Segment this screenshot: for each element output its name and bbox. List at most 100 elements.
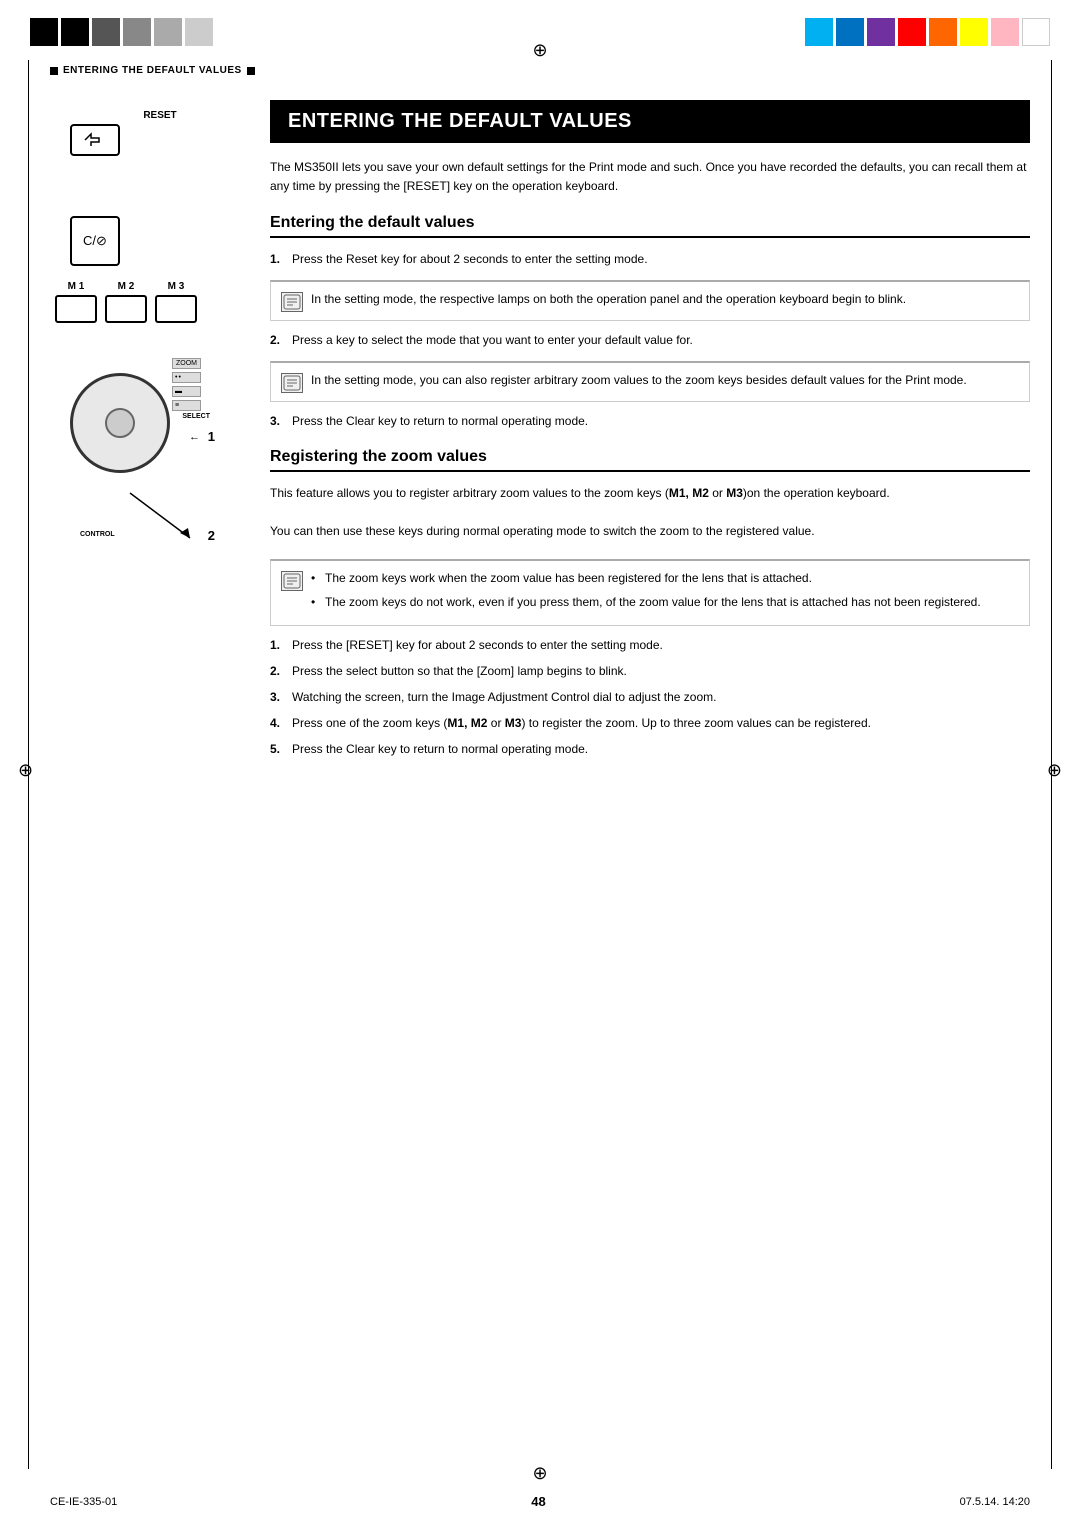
info-icon-3 xyxy=(281,571,303,591)
step-1-2: 2. Press a key to select the mode that y… xyxy=(270,331,1030,349)
step-num-3: 3. xyxy=(270,412,284,430)
clear-key-box: C/⊘ xyxy=(70,216,120,266)
s2-step-text-2: Press the select button so that the [Zoo… xyxy=(292,662,627,680)
main-heading: ENTERING THE DEFAULT VALUES xyxy=(270,100,1030,143)
header-nav-text: ENTERING THE DEFAULT VALUES xyxy=(63,65,242,76)
mode-key-m2-box xyxy=(105,295,147,323)
s2-step-num-4: 4. xyxy=(270,714,284,732)
color-block-gray4 xyxy=(185,18,213,46)
color-block-white xyxy=(1022,18,1050,46)
step-text: Press the Reset key for about 2 seconds … xyxy=(292,250,648,268)
main-content: RESET C/⊘ M 1 M 2 xyxy=(50,100,1030,1449)
info-svg-3 xyxy=(283,573,301,589)
section1-steps-2: 2. Press a key to select the mode that y… xyxy=(270,331,1030,349)
section2-heading: Registering the zoom values xyxy=(270,448,1030,472)
section1-steps-3: 3. Press the Clear key to return to norm… xyxy=(270,412,1030,430)
color-blocks-right xyxy=(805,18,1050,46)
right-panel: ENTERING THE DEFAULT VALUES The MS350II … xyxy=(270,100,1030,770)
color-block-purple xyxy=(867,18,895,46)
dial-icons: ZOOM •• ▬ ≡ xyxy=(172,358,201,411)
info-box-bullets: The zoom keys work when the zoom value h… xyxy=(270,559,1030,626)
m3-bold: M3 xyxy=(726,486,743,500)
dial-inner xyxy=(105,408,135,438)
color-block-cyan xyxy=(805,18,833,46)
step-num-2: 2. xyxy=(270,331,284,349)
color-block-gray2 xyxy=(123,18,151,46)
dial-icon-bar: ▬ xyxy=(172,386,201,397)
reset-key-box xyxy=(70,124,120,156)
mode-keys-row: M 1 M 2 M 3 xyxy=(55,281,250,323)
footer-page-number: 48 xyxy=(531,1494,545,1509)
info-box-2: In the setting mode, you can also regist… xyxy=(270,361,1030,402)
control-arrow-svg xyxy=(60,483,230,553)
color-block-gray3 xyxy=(154,18,182,46)
mode-key-m1: M 1 xyxy=(55,281,97,323)
color-block-gray1 xyxy=(92,18,120,46)
header-section: ENTERING THE DEFAULT VALUES xyxy=(50,65,1030,81)
section2-step-2: 2. Press the select button so that the [… xyxy=(270,662,1030,680)
dial-icon-lines: ≡ xyxy=(172,400,201,411)
s2-m1-bold: M1, xyxy=(447,716,467,730)
step-num: 1. xyxy=(270,250,284,268)
section2-step-4: 4. Press one of the zoom keys (M1, M2 or… xyxy=(270,714,1030,732)
page-border-left xyxy=(28,60,29,1469)
info-text-1: In the setting mode, the respective lamp… xyxy=(311,290,906,312)
mode-keys-diagram: M 1 M 2 M 3 xyxy=(55,281,250,323)
dial-circle xyxy=(70,373,170,473)
section1-heading: Entering the default values xyxy=(270,214,1030,238)
color-block-black2 xyxy=(61,18,89,46)
section2-intro1: This feature allows you to register arbi… xyxy=(270,484,1030,503)
bullet-item-2: The zoom keys do not work, even if you p… xyxy=(311,593,981,611)
mode-key-m3: M 3 xyxy=(155,281,197,323)
select-label: SELECT xyxy=(182,413,210,420)
section2-step-5: 5. Press the Clear key to return to norm… xyxy=(270,740,1030,758)
mode-key-m3-box xyxy=(155,295,197,323)
s2-m2-bold: M2 xyxy=(471,716,488,730)
left-panel: RESET C/⊘ M 1 M 2 xyxy=(50,100,250,553)
color-block-pink xyxy=(991,18,1019,46)
footer-right: 07.5.14. 14:20 xyxy=(960,1496,1030,1508)
step-1-3: 3. Press the Clear key to return to norm… xyxy=(270,412,1030,430)
s2-step-text-4: Press one of the zoom keys (M1, M2 or M3… xyxy=(292,714,871,732)
number-1-label: 1 xyxy=(208,429,215,444)
step-1-1: 1. Press the Reset key for about 2 secon… xyxy=(270,250,1030,268)
s2-step-num-1: 1. xyxy=(270,636,284,654)
step-text-2: Press a key to select the mode that you … xyxy=(292,331,693,349)
s2-step-num-2: 2. xyxy=(270,662,284,680)
info-icon-2 xyxy=(281,373,303,393)
color-block-orange xyxy=(929,18,957,46)
reset-key-diagram: RESET xyxy=(70,110,250,156)
arrow-left-icon: ← xyxy=(189,431,200,443)
step-text-3: Press the Clear key to return to normal … xyxy=(292,412,588,430)
info-bullet-list: The zoom keys work when the zoom value h… xyxy=(311,569,981,617)
info-box-1: In the setting mode, the respective lamp… xyxy=(270,280,1030,321)
color-block-blue xyxy=(836,18,864,46)
header-nav: ENTERING THE DEFAULT VALUES xyxy=(50,65,1030,76)
info-svg-2 xyxy=(283,375,301,391)
color-block-black xyxy=(30,18,58,46)
s2-step-text-1: Press the [RESET] key for about 2 second… xyxy=(292,636,663,654)
mode-key-m1-box xyxy=(55,295,97,323)
dial-icon-dots: •• xyxy=(172,372,201,383)
nav-square-right xyxy=(247,67,255,75)
color-block-red xyxy=(898,18,926,46)
s2-step-num-3: 3. xyxy=(270,688,284,706)
section2-steps: 1. Press the [RESET] key for about 2 sec… xyxy=(270,636,1030,758)
nav-square-left xyxy=(50,67,58,75)
mode-key-m3-label: M 3 xyxy=(168,281,185,292)
s2-step-num-5: 5. xyxy=(270,740,284,758)
footer-left: CE-IE-335-01 xyxy=(50,1496,117,1508)
black-gray-blocks xyxy=(30,18,213,46)
mode-key-m2: M 2 xyxy=(105,281,147,323)
info-svg-1 xyxy=(283,294,301,310)
page-border-right xyxy=(1051,60,1052,1469)
bullet-item-1: The zoom keys work when the zoom value h… xyxy=(311,569,981,587)
cross-mark-top: ⊕ xyxy=(532,40,547,61)
s2-m3-bold: M3 xyxy=(505,716,522,730)
control-diagram: ZOOM •• ▬ ≡ SELECT ← 1 CONTROL 2 xyxy=(60,353,230,553)
cross-mark-bottom: ⊕ xyxy=(532,1463,547,1484)
section2-intro2: You can then use these keys during norma… xyxy=(270,522,1030,541)
section2-step-3: 3. Watching the screen, turn the Image A… xyxy=(270,688,1030,706)
reset-icon xyxy=(83,131,107,149)
color-block-yellow xyxy=(960,18,988,46)
